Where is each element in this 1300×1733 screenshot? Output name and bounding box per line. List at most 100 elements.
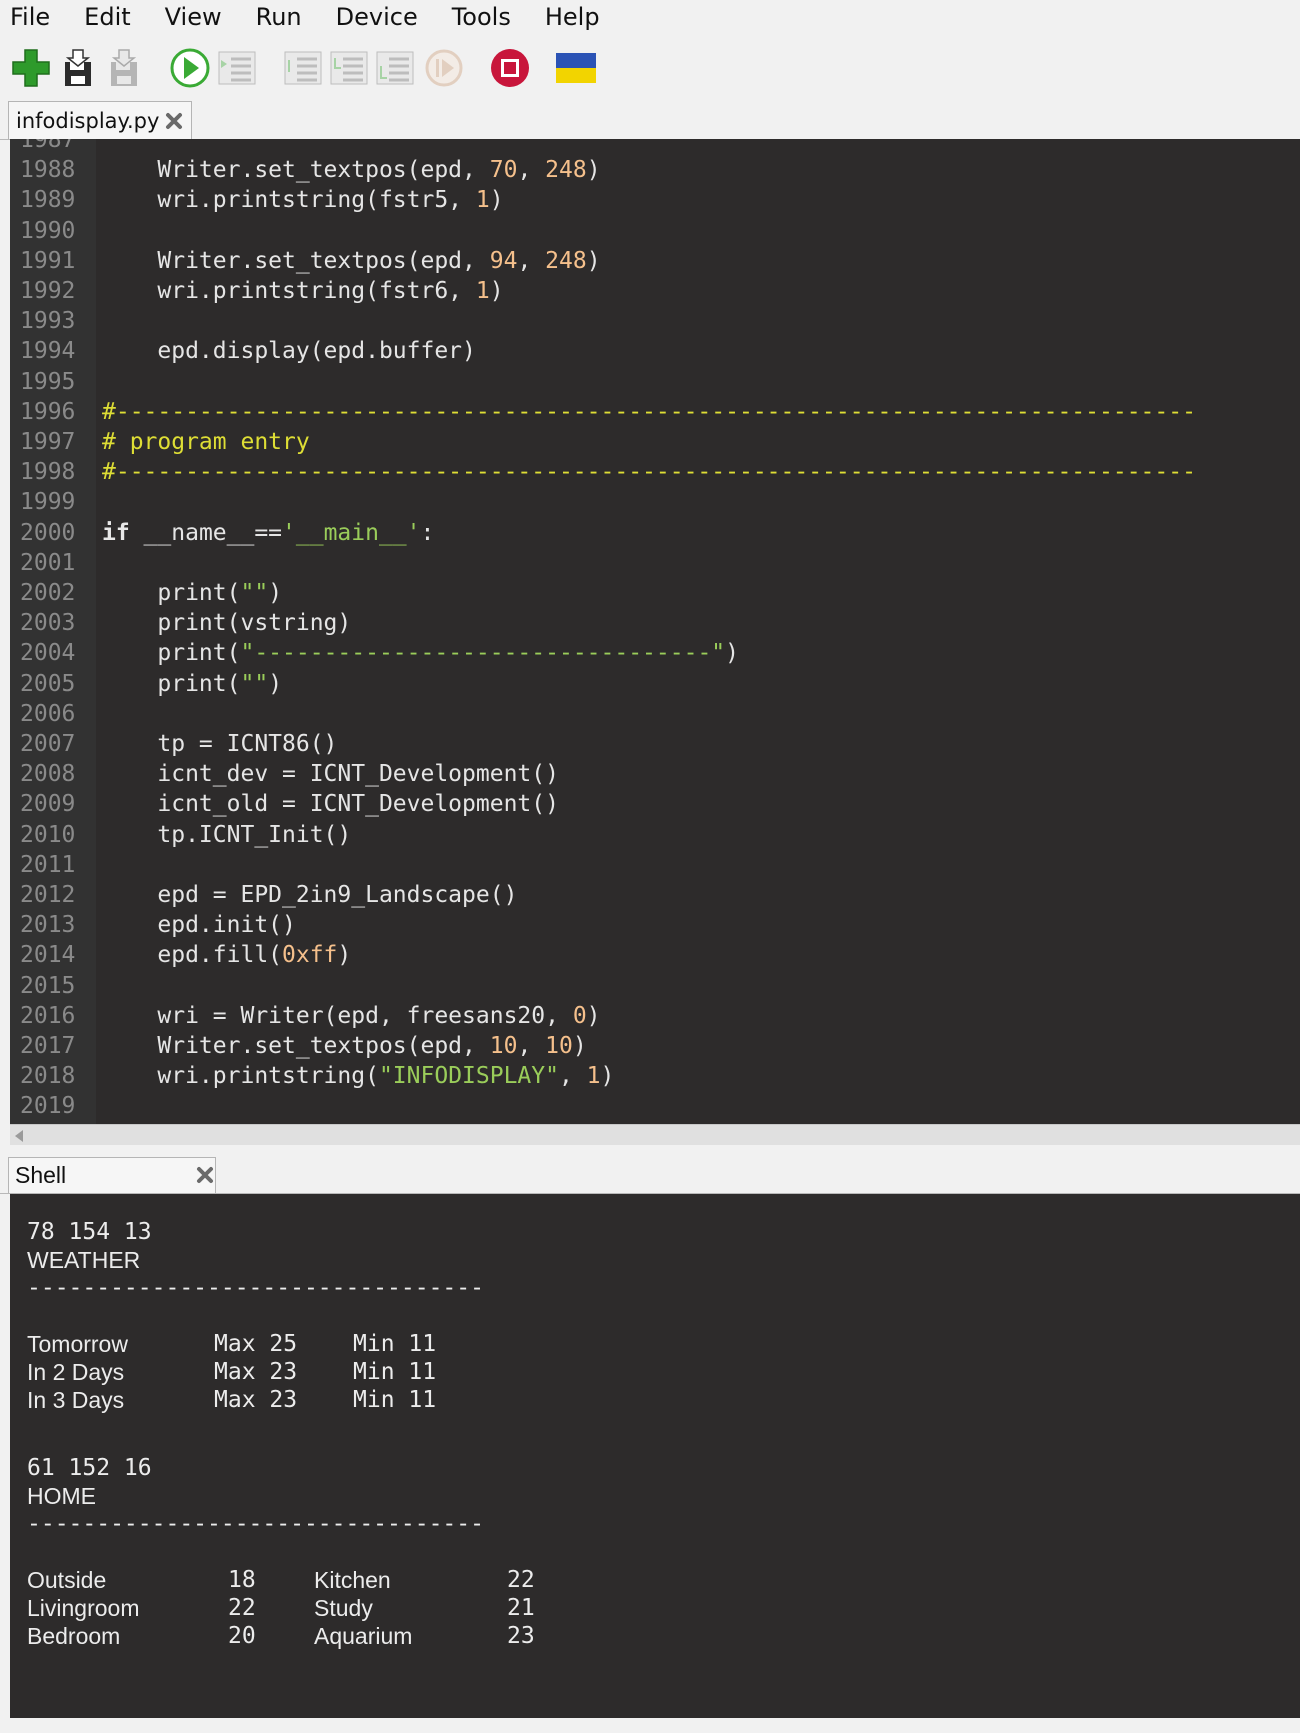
weather-row-label: In 3 Days bbox=[27, 1387, 125, 1413]
line-number: 2019 bbox=[20, 1093, 76, 1120]
save-to-device-icon[interactable] bbox=[105, 48, 145, 88]
line-number: 2003 bbox=[20, 610, 76, 637]
code-text: print("") bbox=[102, 580, 283, 606]
code-text: icnt_old = ICNT_Development() bbox=[102, 791, 559, 818]
new-file-icon[interactable] bbox=[11, 48, 51, 88]
step-over-icon[interactable] bbox=[283, 48, 323, 88]
line-number: 2006 bbox=[20, 700, 76, 727]
menu-device[interactable]: Device bbox=[326, 0, 418, 34]
menu-run[interactable]: Run bbox=[246, 0, 302, 34]
resume-icon[interactable] bbox=[424, 48, 464, 88]
line-number: 2010 bbox=[20, 821, 76, 848]
line-number: 2009 bbox=[20, 791, 76, 818]
code-text: epd.init() bbox=[102, 912, 296, 939]
line-number: 1991 bbox=[20, 247, 76, 274]
room-temp: 22 bbox=[507, 1567, 535, 1593]
line-number: 2000 bbox=[20, 519, 76, 546]
step-into-icon[interactable] bbox=[329, 48, 369, 88]
menu-help[interactable]: Help bbox=[535, 0, 600, 34]
line-number: 1994 bbox=[20, 338, 76, 365]
scroll-left-icon[interactable] bbox=[15, 1130, 23, 1142]
shell-tab-label: Shell bbox=[15, 1162, 67, 1188]
code-editor[interactable]: 1987 1988 Writer.set_textpos(epd, 70, 248… bbox=[10, 139, 1300, 1124]
menu-tools[interactable]: Tools bbox=[442, 0, 511, 34]
code-text: wri.printstring("INFODISPLAY", 1) bbox=[102, 1063, 615, 1090]
code-text: epd = EPD_2in9_Landscape() bbox=[102, 882, 518, 908]
stop-icon[interactable] bbox=[490, 48, 530, 88]
line-number: 1988 bbox=[20, 157, 76, 184]
room-name: Kitchen bbox=[314, 1567, 391, 1593]
room-temp: 21 bbox=[507, 1595, 535, 1621]
room-temp: 22 bbox=[228, 1595, 256, 1621]
line-number: 1996 bbox=[20, 398, 76, 425]
ukraine-flag-icon[interactable] bbox=[556, 48, 596, 88]
weather-row-min: Min 11 bbox=[353, 1359, 437, 1385]
weather-row-label: In 2 Days bbox=[27, 1359, 125, 1385]
toolbar bbox=[0, 44, 1300, 92]
tab-infodisplay[interactable]: infodisplay.py bbox=[8, 101, 193, 139]
close-icon[interactable] bbox=[196, 1166, 214, 1184]
weather-numbers: 78 154 13 bbox=[27, 1219, 152, 1245]
close-icon[interactable] bbox=[165, 112, 183, 130]
line-number: 2011 bbox=[20, 851, 76, 878]
line-number: 1989 bbox=[20, 187, 76, 214]
code-text: print("---------------------------------… bbox=[102, 640, 739, 667]
menu-bar: File Edit View Run Device Tools Help bbox=[0, 0, 1300, 34]
editor-tabbar: infodisplay.py bbox=[0, 101, 1300, 140]
line-number: 2002 bbox=[20, 580, 76, 606]
line-number: 1987 bbox=[20, 139, 76, 153]
code-text: Writer.set_textpos(epd, 94, 248) bbox=[102, 247, 601, 274]
horizontal-scrollbar[interactable] bbox=[10, 1124, 1300, 1145]
code-text: wri = Writer(epd, freesans20, 0) bbox=[102, 1002, 601, 1029]
step-out-icon[interactable] bbox=[375, 48, 415, 88]
line-number: 2017 bbox=[20, 1033, 76, 1059]
line-number: 2007 bbox=[20, 731, 76, 757]
room-name: Bedroom bbox=[27, 1623, 121, 1649]
run-icon[interactable] bbox=[170, 48, 210, 88]
line-number: 2012 bbox=[20, 882, 76, 908]
home-rule: --------------------------------- bbox=[27, 1511, 484, 1537]
code-text: wri.printstring(fstr6, 1) bbox=[102, 278, 504, 304]
weather-row-label: Tomorrow bbox=[27, 1331, 128, 1357]
line-number: 2004 bbox=[20, 640, 76, 667]
line-number: 2015 bbox=[20, 972, 76, 999]
menu-edit[interactable]: Edit bbox=[74, 0, 130, 34]
code-text: tp = ICNT86() bbox=[102, 731, 338, 757]
code-text: epd.fill(0xff) bbox=[102, 942, 352, 969]
menu-file[interactable]: File bbox=[0, 0, 50, 34]
code-text: if __name__=='__main__': bbox=[102, 519, 435, 546]
room-name: Aquarium bbox=[314, 1623, 413, 1649]
room-temp: 18 bbox=[228, 1567, 256, 1593]
line-number: 2008 bbox=[20, 761, 76, 788]
code-text: # program entry bbox=[102, 429, 310, 455]
tab-shell[interactable]: Shell bbox=[8, 1157, 216, 1193]
line-number: 2016 bbox=[20, 1002, 76, 1029]
debug-icon[interactable] bbox=[217, 48, 257, 88]
code-text: print(vstring) bbox=[102, 610, 352, 637]
code-text: epd.display(epd.buffer) bbox=[102, 338, 476, 365]
line-number: 2013 bbox=[20, 912, 76, 939]
line-number: 2018 bbox=[20, 1063, 76, 1090]
code-text: icnt_dev = ICNT_Development() bbox=[102, 761, 559, 788]
shell-output[interactable]: 78 154 13 WEATHER ----------------------… bbox=[10, 1194, 1300, 1718]
weather-rule: --------------------------------- bbox=[27, 1275, 484, 1301]
weather-row-min: Min 11 bbox=[353, 1387, 437, 1413]
room-name: Study bbox=[314, 1595, 373, 1621]
weather-title: WEATHER bbox=[27, 1247, 141, 1273]
line-number: 2014 bbox=[20, 942, 76, 969]
line-number: 1993 bbox=[20, 308, 76, 335]
code-text: #---------------------------------------… bbox=[102, 459, 1196, 486]
home-numbers: 61 152 16 bbox=[27, 1455, 152, 1481]
shell-tabbar: Shell bbox=[0, 1157, 1300, 1194]
weather-row-max: Max 23 bbox=[214, 1359, 298, 1385]
home-title: HOME bbox=[27, 1483, 96, 1509]
code-text: print("") bbox=[102, 670, 283, 697]
code-text: wri.printstring(fstr5, 1) bbox=[102, 187, 504, 214]
save-file-icon[interactable] bbox=[59, 48, 99, 88]
menu-view[interactable]: View bbox=[155, 0, 222, 34]
line-number: 1998 bbox=[20, 459, 76, 486]
room-temp: 23 bbox=[507, 1623, 535, 1649]
room-name: Livingroom bbox=[27, 1595, 140, 1621]
weather-row-max: Max 23 bbox=[214, 1387, 298, 1413]
code-text: #---------------------------------------… bbox=[102, 398, 1196, 425]
